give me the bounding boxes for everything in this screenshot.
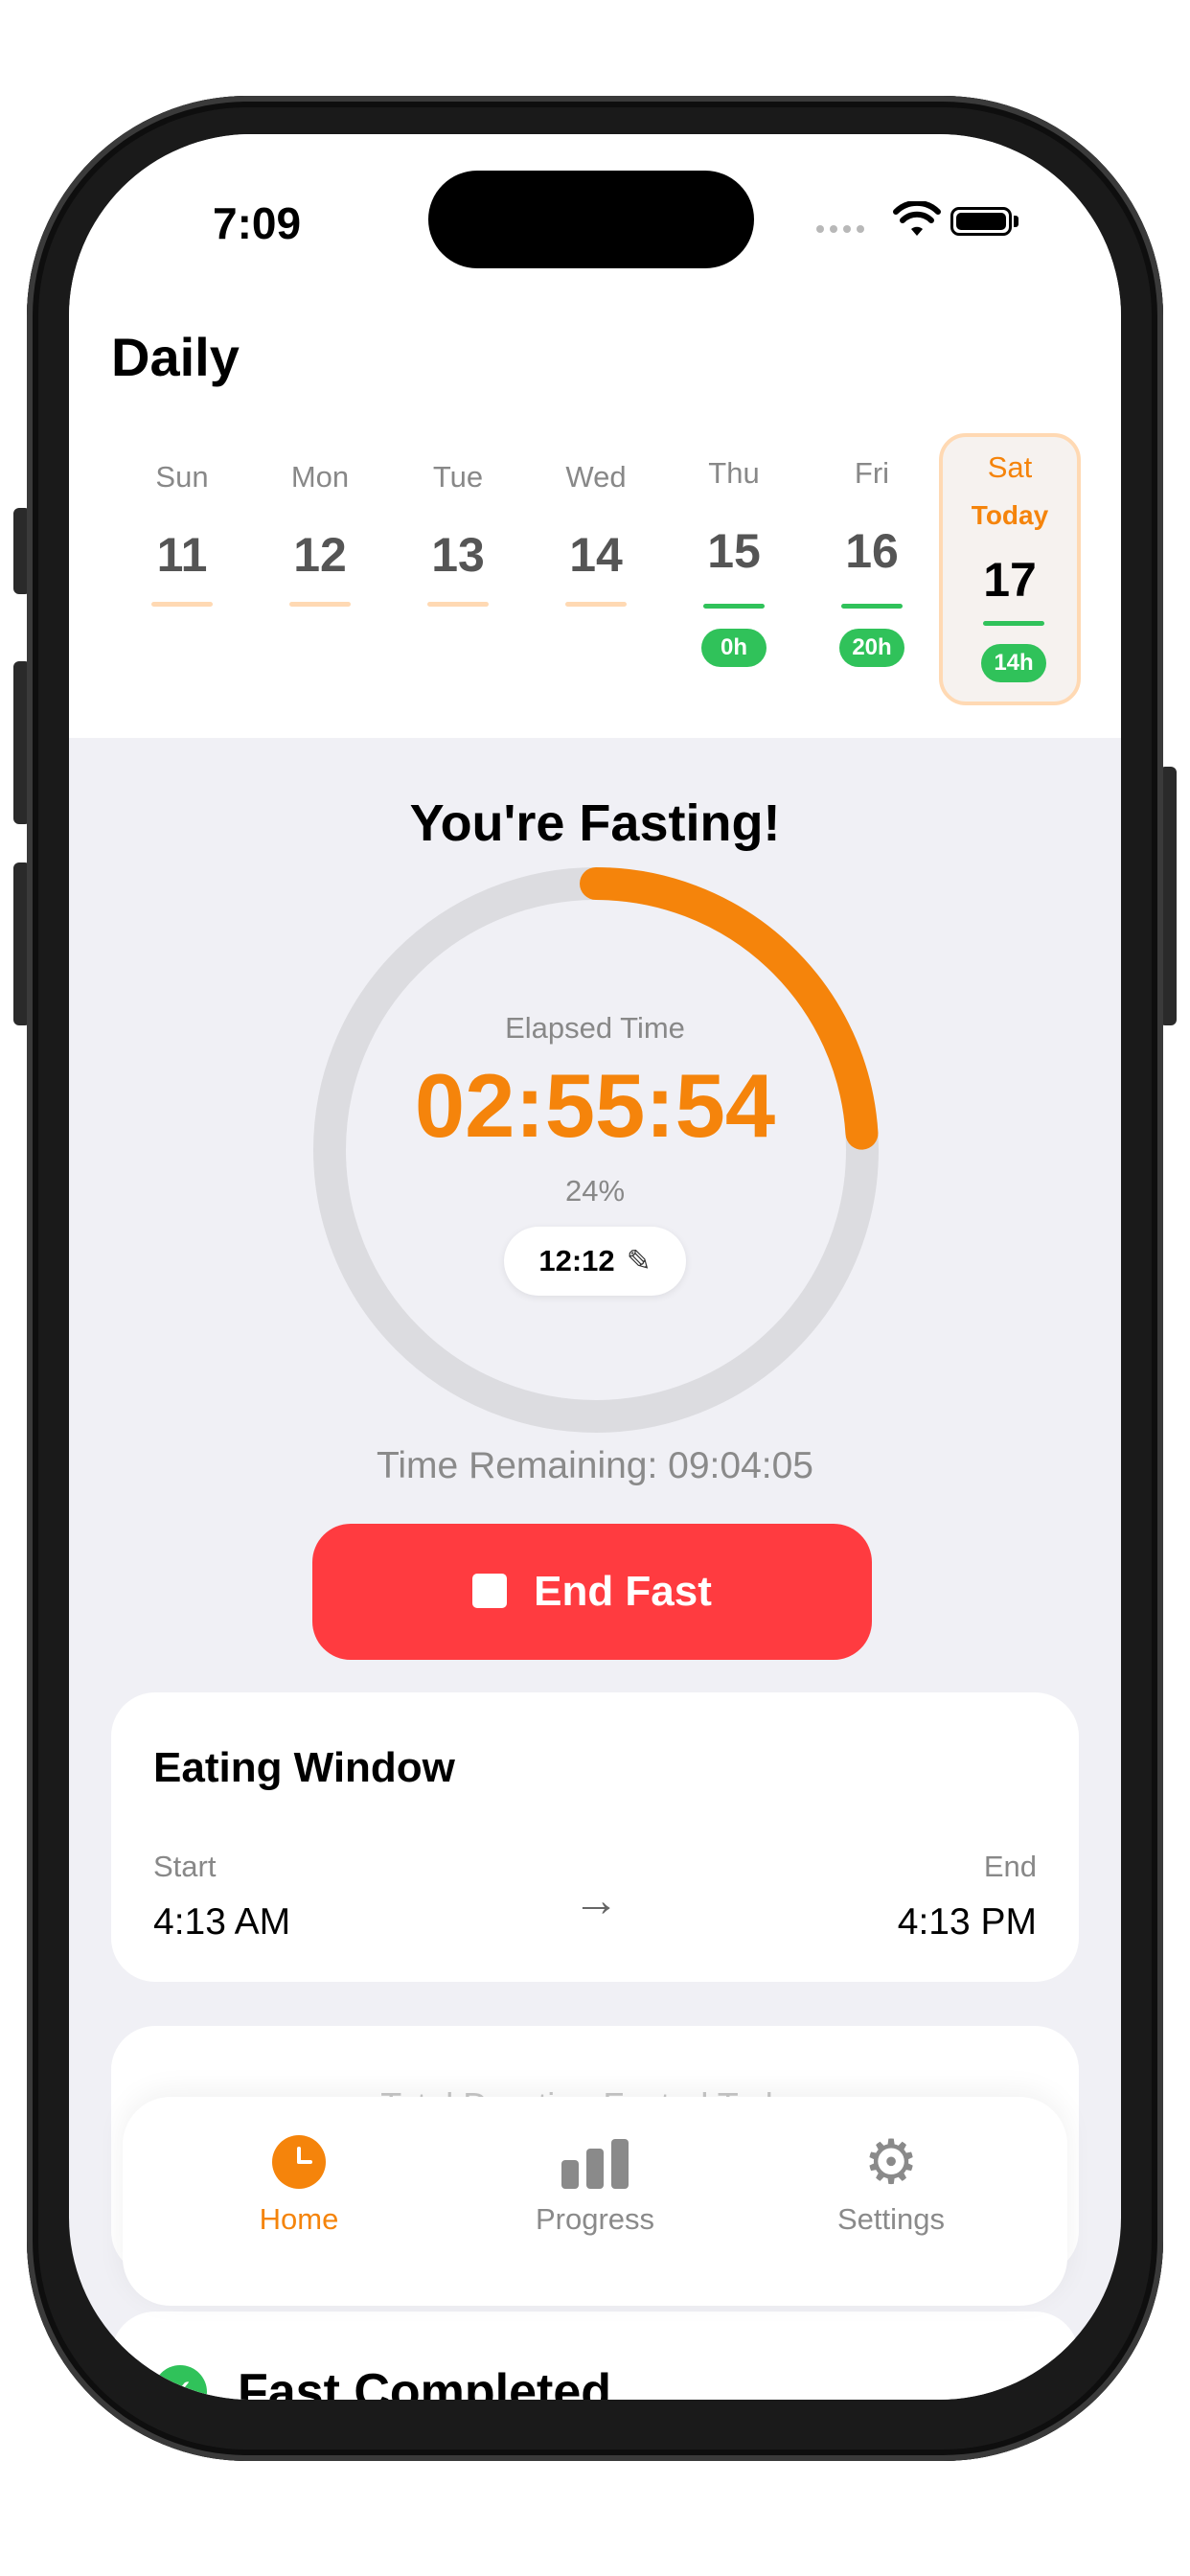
fast-completed-title: Fast Completed — [238, 2364, 612, 2400]
today-label: Today — [971, 500, 1049, 530]
day-mon[interactable]: Mon 12 — [249, 441, 391, 719]
cellular-signal-icon — [816, 220, 870, 233]
day-number: 12 — [293, 528, 347, 582]
day-indicator — [427, 602, 489, 607]
tab-home[interactable]: Home — [174, 2135, 423, 2237]
checkmark-icon: ✓ — [153, 2365, 207, 2400]
tab-progress-label: Progress — [535, 2202, 655, 2236]
status-time: 7:09 — [213, 198, 302, 248]
end-fast-button[interactable]: End Fast — [312, 1524, 872, 1660]
day-fri[interactable]: Fri 16 20h — [801, 441, 943, 719]
bar-chart-icon — [561, 2135, 629, 2189]
fast-completed-card: ✓ Fast Completed — [111, 2312, 1079, 2400]
start-time: 4:13 AM — [153, 1901, 291, 1943]
end-label: End — [983, 1850, 1037, 1883]
day-name: Sat — [987, 450, 1033, 484]
day-tue[interactable]: Tue 13 — [387, 441, 529, 719]
page-title: Daily — [111, 327, 240, 387]
day-number: 17 — [983, 553, 1037, 607]
day-name: Fri — [854, 456, 890, 490]
fasting-status-title: You're Fasting! — [409, 794, 781, 852]
fast-hours-badge: 0h — [701, 629, 767, 667]
day-wed[interactable]: Wed 14 — [525, 441, 667, 719]
week-day-selector: Sun 11 Mon 12 Tue 13 Wed 14 Thu 15 0h Fr… — [111, 433, 1081, 719]
fasting-plan-label: 12:12 — [538, 1244, 615, 1277]
battery-tip — [1014, 216, 1018, 227]
start-label: Start — [153, 1850, 217, 1883]
day-number: 13 — [431, 528, 485, 582]
battery-icon — [950, 207, 1012, 236]
eating-window-title: Eating Window — [153, 1744, 455, 1791]
day-name: Thu — [708, 456, 760, 490]
elapsed-time-label: Elapsed Time — [505, 1011, 685, 1045]
fasting-plan-button[interactable]: 12:12 ✎ — [504, 1227, 686, 1296]
tab-progress[interactable]: Progress — [470, 2135, 720, 2237]
wifi-icon — [893, 201, 941, 236]
day-name: Tue — [432, 460, 484, 494]
day-indicator — [565, 602, 627, 607]
time-remaining: Time Remaining: 09:04:05 — [377, 1445, 813, 1486]
day-sat-today[interactable]: Sat Today 17 14h — [939, 433, 1081, 705]
fast-hours-badge: 20h — [839, 629, 904, 667]
elapsed-time: 02:55:54 — [414, 1055, 776, 1156]
day-name: Sun — [155, 460, 209, 494]
day-sun[interactable]: Sun 11 — [111, 441, 253, 719]
day-indicator — [983, 621, 1044, 626]
progress-percent: 24% — [564, 1174, 626, 1208]
gear-icon: ⚙ — [863, 2128, 919, 2196]
day-number: 16 — [845, 524, 899, 578]
status-icons — [816, 201, 1104, 249]
dynamic-island — [428, 171, 754, 268]
app-screen: 7:09 Daily Sun 11 Mon 12 Tue 13 Wed 14 T… — [69, 134, 1121, 2400]
tab-bar: Home Progress ⚙ Settings — [123, 2097, 1067, 2306]
day-name: Mon — [290, 460, 350, 494]
day-indicator — [289, 602, 351, 607]
pencil-icon: ✎ — [626, 1244, 652, 1277]
clock-icon — [272, 2135, 326, 2189]
day-number: 11 — [156, 528, 208, 582]
day-indicator — [703, 604, 765, 609]
day-indicator — [151, 602, 213, 607]
stop-icon — [472, 1574, 508, 1609]
day-name: Wed — [565, 460, 627, 494]
day-indicator — [841, 604, 903, 609]
tab-settings-label: Settings — [836, 2202, 945, 2236]
tab-settings[interactable]: ⚙ Settings — [767, 2128, 1016, 2237]
day-number: 14 — [569, 528, 623, 582]
end-time: 4:13 PM — [897, 1901, 1037, 1943]
eating-window-card: Eating Window Start End 4:13 AM → 4:13 P… — [111, 1692, 1079, 1982]
fast-hours-badge: 14h — [981, 644, 1046, 682]
end-fast-label: End Fast — [534, 1568, 712, 1615]
arrow-right-icon: → — [573, 1875, 619, 1926]
day-number: 15 — [707, 524, 761, 578]
day-thu[interactable]: Thu 15 0h — [663, 441, 805, 719]
tab-home-label: Home — [259, 2202, 339, 2236]
